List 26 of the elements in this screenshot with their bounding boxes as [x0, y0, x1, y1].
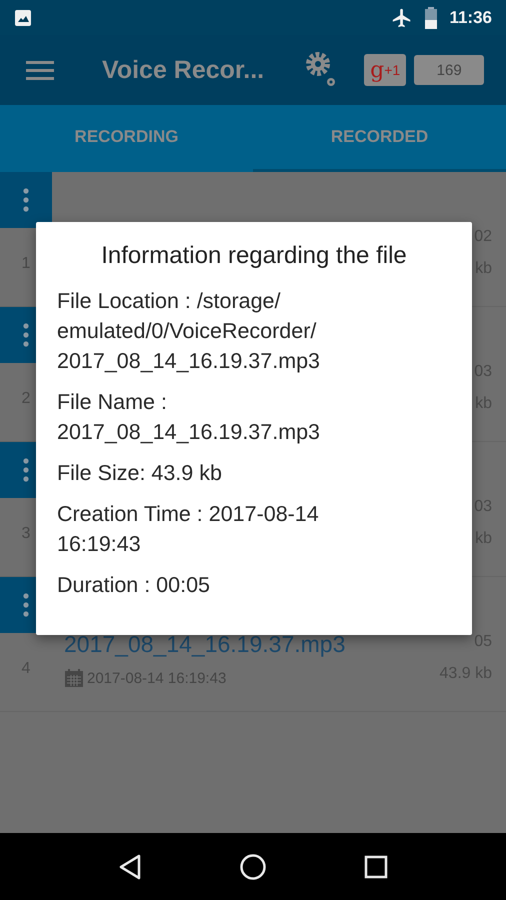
more-icon: [23, 593, 29, 617]
plus-one-button[interactable]: g+1: [364, 54, 406, 86]
app-title: Voice Recor...: [102, 56, 264, 84]
file-info-text: Duration : 00:05: [57, 572, 211, 599]
file-info-text: Creation Time : 2017-08-14 16:19:43: [57, 501, 320, 558]
calendar-icon: [64, 668, 84, 688]
back-icon: [118, 854, 142, 880]
status-time: 11:36: [449, 8, 492, 28]
more-icon: [23, 188, 29, 212]
dialog-title: Information regarding the file: [100, 242, 408, 270]
tab[interactable]: RECORDED: [253, 105, 506, 172]
airplane-icon: [391, 6, 414, 28]
file-info-text: File Location : /storage/ emulated/0/VoiceRecorder/ 2017_08_14_16.19.37.mp3: [57, 288, 322, 375]
file-info-text: File Size: 43.9 kb: [57, 460, 223, 487]
plus-one-count: 169: [414, 55, 484, 85]
recents-icon: [364, 854, 388, 878]
menu-icon: [26, 60, 54, 80]
more-button[interactable]: [0, 172, 52, 228]
battery-icon: [425, 6, 438, 28]
more-icon: [23, 458, 29, 482]
file-name: 2017_08_14_16.19.37.mp3: [64, 631, 346, 658]
tab[interactable]: RECORDING: [0, 105, 253, 172]
image-icon: [14, 8, 32, 26]
more-icon: [23, 323, 29, 347]
file-info-text: File Name : 2017_08_14_16.19.37.mp3: [57, 389, 322, 446]
home-icon: [238, 852, 267, 880]
